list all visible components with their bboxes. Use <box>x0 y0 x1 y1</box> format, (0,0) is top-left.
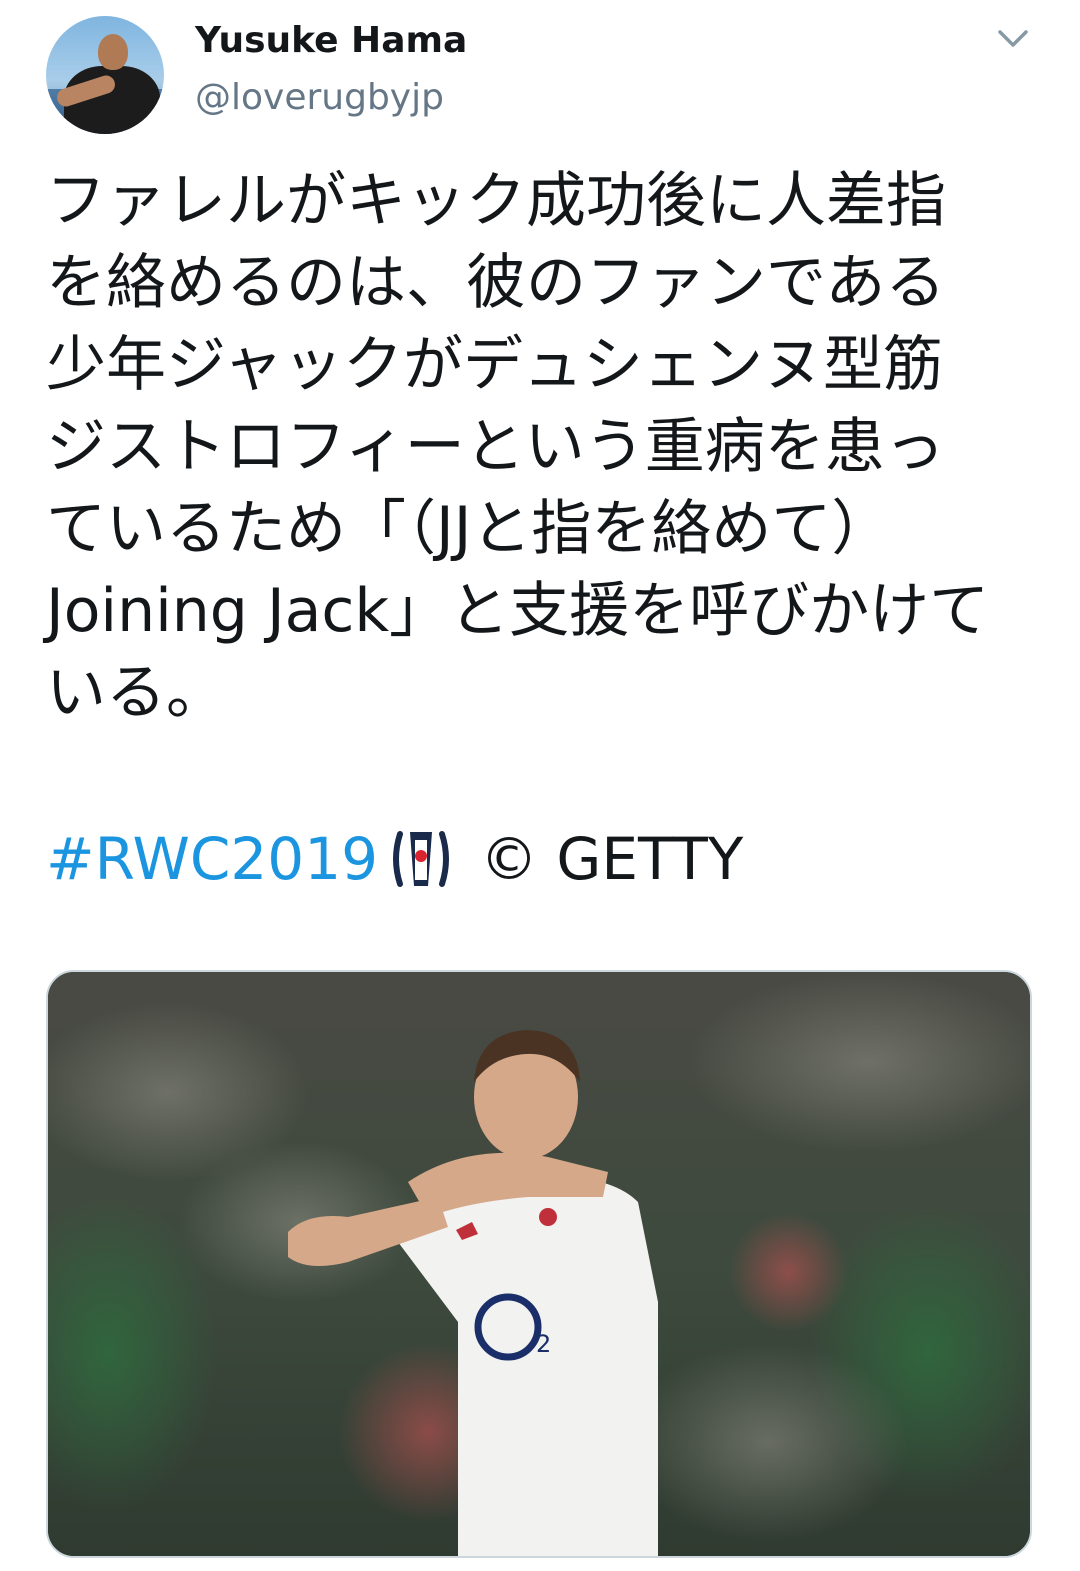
tweet-text-line: Joining Jack」と支援を呼びかけて <box>46 576 990 646</box>
rugby-player-photo: 2 <box>48 972 1030 1556</box>
photo-credit: © GETTY <box>480 825 744 893</box>
avatar[interactable] <box>46 16 164 134</box>
hashtag-link[interactable]: #RWC2019 <box>46 825 378 893</box>
author-name[interactable]: Yusuke Hama <box>195 20 467 61</box>
hashtag-line: #RWC2019 © GETTY <box>46 818 743 900</box>
author-handle[interactable]: @loverugbyjp <box>195 77 444 118</box>
tweet-text-line: を絡めるのは、彼のファンである <box>46 248 946 318</box>
tweet-text-line: 少年ジャックがデュシェンヌ型筋 <box>46 330 943 400</box>
chevron-down-icon[interactable] <box>994 24 1032 54</box>
tweet-text-line: ファレルがキック成功後に人差指 <box>46 166 946 236</box>
tweet-card[interactable]: Yusuke Hama @loverugbyjp ファレルがキック成功後に人差指… <box>0 0 1080 1571</box>
avatar-figure-head <box>98 34 128 70</box>
tweet-photo[interactable]: 2 <box>46 970 1032 1558</box>
svg-text:2: 2 <box>536 1330 551 1358</box>
tweet-text-line: ているため「（JJと指を絡めて） <box>46 494 892 564</box>
tweet-text: ファレルがキック成功後に人差指 を絡めるのは、彼のファンである 少年ジャックがデ… <box>46 160 1046 734</box>
tweet-text-line: いる。 <box>46 658 226 728</box>
tweet-text-line: ジストロフィーという重病を患っ <box>46 412 945 482</box>
rugby-world-cup-logo-icon <box>390 824 452 894</box>
